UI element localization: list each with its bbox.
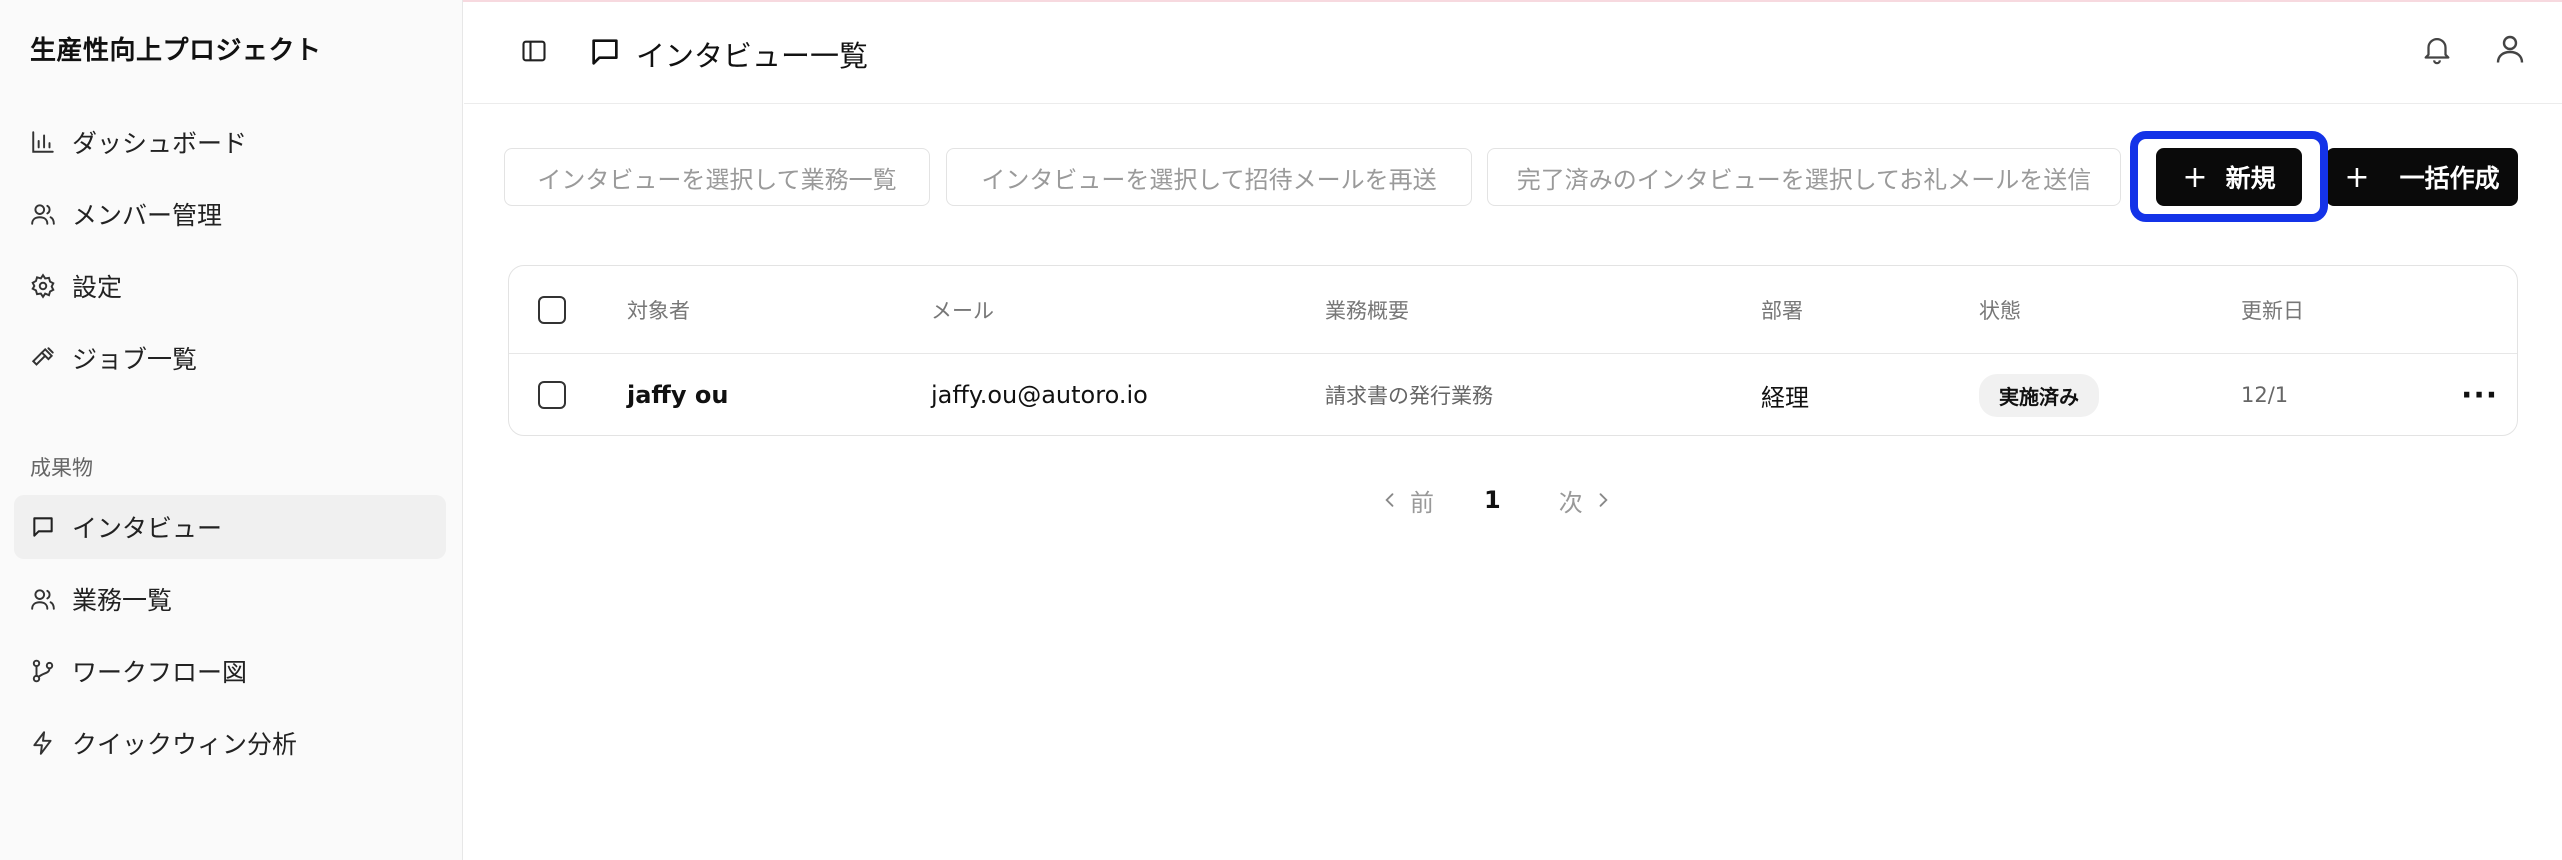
button-label: 完了済みのインタビューを選択してお礼メールを送信 [1516,165,2092,194]
chevron-right-icon [1593,490,1613,510]
more-horizontal-icon: ··· [2461,377,2499,413]
page-title: インタビュー一覧 [636,39,869,73]
bar-chart-icon [30,129,56,155]
checkbox-box [538,295,566,324]
message-square-icon [30,514,56,540]
zap-icon [30,730,56,756]
sidebar-item-label: ダッシュボード [72,129,248,158]
cell-department: 経理 [1761,383,1809,412]
prev-label: 前 [1410,488,1434,517]
new-interview-button[interactable]: + 新規 [2156,148,2302,206]
pagination: 前 1 次 [1380,478,1613,522]
cell-email: jaffy.ou@autoro.io [931,381,1148,409]
sidebar-item-members[interactable]: メンバー管理 [14,182,446,246]
users-icon [30,586,56,612]
app-title: 生産性向上プロジェクト [30,36,322,66]
sidebar-item-label: 業務一覧 [72,586,173,615]
sidebar-item-interview[interactable]: インタビュー [14,495,446,559]
sidebar-item-settings[interactable]: 設定 [14,254,446,318]
sidebar-item-label: クイックウィン分析 [72,730,298,759]
cell-summary: 請求書の発行業務 [1325,384,1493,408]
resend-invite-button[interactable]: インタビューを選択して招待メールを再送 [946,148,1472,206]
cell-updated: 12/1 [2241,383,2289,407]
prev-page-button[interactable]: 前 [1380,483,1434,518]
next-label: 次 [1558,488,1583,517]
checkbox-box [538,381,566,409]
panel-left-icon [520,37,548,69]
sidebar-item-workflow[interactable]: ワークフロー図 [14,639,446,703]
top-header: インタビュー一覧 [464,2,2562,104]
column-header-target: 対象者 [627,298,690,323]
page-title-area: インタビュー一覧 [588,32,868,76]
plus-icon: + [2182,159,2208,195]
sidebar-item-label: ワークフロー図 [72,658,248,687]
users-icon [30,201,56,227]
sidebar: 生産性向上プロジェクト ダッシュボード メンバー管理 設定 ジョブ一覧 成果物 … [0,0,463,860]
sidebar-item-jobs[interactable]: ジョブ一覧 [14,326,446,390]
plus-icon: + [2344,159,2370,195]
sidebar-item-quickwin[interactable]: クイックウィン分析 [14,711,446,775]
select-for-task-list-button[interactable]: インタビューを選択して業務一覧 [504,148,930,206]
button-label: インタビューを選択して業務一覧 [537,165,897,194]
column-header-status: 状態 [1979,298,2021,323]
message-square-icon [588,35,622,73]
cell-status: 実施済み [1979,354,2099,436]
sidebar-item-label: ジョブ一覧 [72,345,198,374]
button-label: 新規 [2225,164,2276,193]
table-header: 対象者 メール 業務概要 部署 状態 更新日 [509,266,2517,354]
column-header-updated: 更新日 [2241,298,2304,323]
send-thank-you-button[interactable]: 完了済みのインタビューを選択してお礼メールを送信 [1487,148,2121,206]
button-label: インタビューを選択して招待メールを再送 [981,165,1437,194]
row-checkbox[interactable] [538,354,566,436]
gear-icon [30,273,56,299]
sidebar-item-label: 設定 [72,273,123,302]
column-header-department: 部署 [1761,298,1803,323]
notifications-button[interactable] [2415,29,2459,73]
sidebar-item-label: インタビュー [72,514,223,543]
user-icon [2492,31,2528,71]
bell-icon [2420,32,2454,70]
next-page-button[interactable]: 次 [1559,483,1613,518]
interviews-table: 対象者 メール 業務概要 部署 状態 更新日 jaffy ou jaffy.ou… [508,265,2518,436]
sidebar-group-label: 成果物 [30,456,93,480]
current-page[interactable]: 1 [1484,486,1501,514]
column-header-email: メール [931,298,994,323]
table-row[interactable]: jaffy ou jaffy.ou@autoro.io 請求書の発行業務 経理 … [509,354,2517,436]
row-actions-button[interactable]: ··· [2461,354,2498,436]
status-badge: 実施済み [1979,373,2099,417]
sidebar-item-dashboard[interactable]: ダッシュボード [14,110,446,174]
sidebar-item-task-list[interactable]: 業務一覧 [14,567,446,631]
button-label: 一括作成 [2399,164,2500,193]
user-menu-button[interactable] [2488,29,2532,73]
column-header-summary: 業務概要 [1325,298,1409,323]
sidebar-toggle-button[interactable] [515,34,553,72]
cell-name: jaffy ou [627,381,729,409]
git-branch-icon [30,658,56,684]
chevron-left-icon [1380,490,1400,510]
sidebar-item-label: メンバー管理 [72,201,223,230]
hammer-icon [30,345,56,371]
bulk-create-button[interactable]: + 一括作成 [2326,148,2518,206]
select-all-checkbox[interactable] [538,266,566,353]
